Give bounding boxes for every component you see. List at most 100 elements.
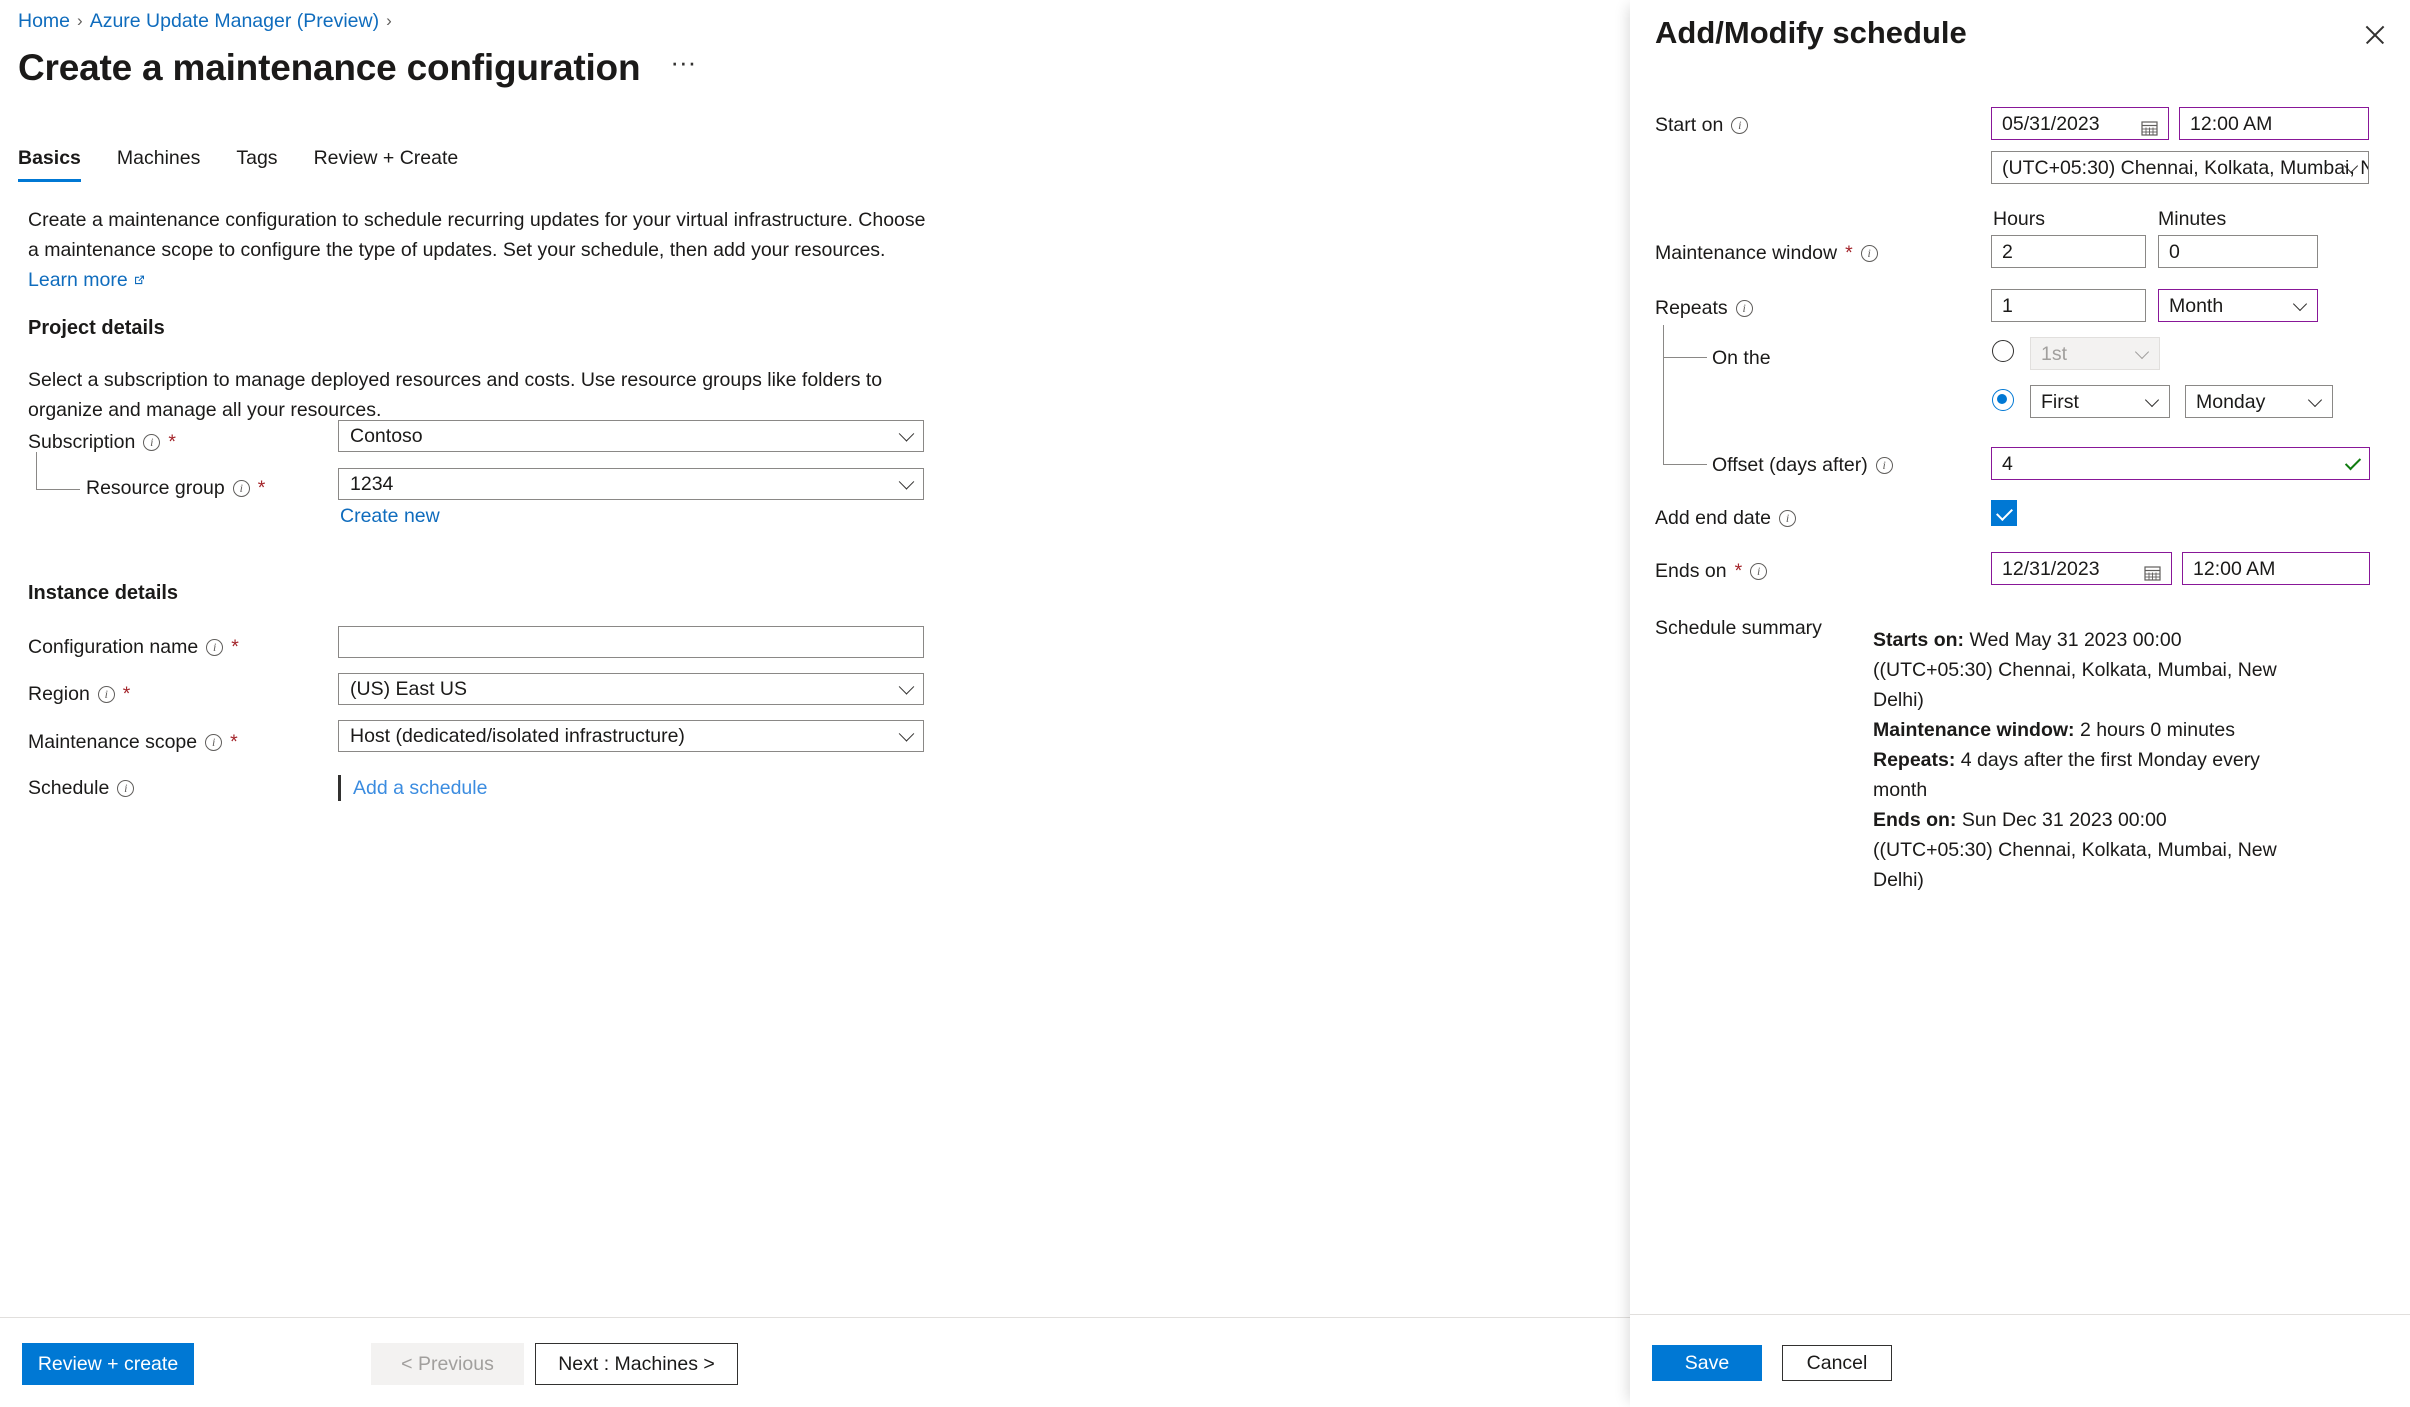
maintenance-minutes-input[interactable]: 0	[2158, 235, 2318, 268]
offset-label: Offset (days after)	[1712, 454, 1868, 476]
info-icon[interactable]	[205, 733, 223, 751]
info-icon[interactable]	[1735, 299, 1753, 317]
ends-on-row: Ends on *	[1655, 558, 1768, 584]
subscription-dropdown[interactable]: Contoso	[338, 420, 924, 452]
page-title-row: Create a maintenance configuration ···	[18, 44, 704, 92]
calendar-icon[interactable]	[2144, 560, 2161, 581]
ends-on-label: Ends on	[1655, 560, 1727, 582]
info-icon[interactable]	[1860, 244, 1878, 262]
timezone-dropdown[interactable]: (UTC+05:30) Chennai, Kolkata, Mumbai, N.…	[1991, 151, 2369, 184]
more-actions-icon[interactable]: ···	[662, 48, 704, 76]
maintenance-hours-value: 2	[2002, 240, 2013, 263]
start-on-timezone-control: (UTC+05:30) Chennai, Kolkata, Mumbai, N.…	[1991, 151, 2369, 184]
info-icon[interactable]	[1750, 562, 1768, 580]
maintenance-scope-field-row: Maintenance scope *	[28, 730, 238, 754]
resource-group-field-row: Resource group *	[28, 476, 265, 500]
schedule-label-group: Schedule	[28, 776, 135, 800]
radio-weekday-ordinal[interactable]	[1992, 389, 2014, 411]
start-on-row: Start on	[1655, 112, 1749, 138]
info-icon[interactable]	[206, 638, 224, 656]
tab-tags[interactable]: Tags	[218, 142, 295, 182]
region-dropdown[interactable]: (US) East US	[338, 673, 924, 705]
page-title: Create a maintenance configuration	[18, 47, 641, 88]
add-end-date-checkbox[interactable]	[1991, 500, 2017, 526]
maintenance-minutes-control: 0	[2158, 235, 2318, 268]
resource-group-control: 1234 Create new	[338, 468, 924, 527]
repeats-count-value: 1	[2002, 294, 2013, 317]
repeats-label-group: Repeats	[1655, 295, 1753, 321]
maintenance-scope-dropdown[interactable]: Host (dedicated/isolated infrastructure)	[338, 720, 924, 752]
info-icon[interactable]	[97, 685, 115, 703]
schedule-summary-row: Schedule summary	[1655, 615, 1822, 641]
tab-basics[interactable]: Basics	[18, 142, 99, 182]
repeats-count-control: 1	[1991, 289, 2146, 322]
summary-repeats-label: Repeats:	[1873, 749, 1956, 771]
start-on-time-control: 12:00 AM	[2179, 107, 2369, 140]
start-on-date-value: 05/31/2023	[2002, 112, 2100, 135]
radio-day-of-month[interactable]	[1992, 340, 2014, 362]
offset-input[interactable]: 4	[1991, 447, 2370, 480]
on-the-label: On the	[1712, 347, 1771, 369]
breadcrumb-item-azure-update-manager[interactable]: Azure Update Manager (Preview)	[90, 8, 379, 34]
required-marker: *	[1845, 242, 1853, 264]
schedule-field-row: Schedule	[28, 776, 135, 800]
subscription-label: Subscription	[28, 431, 136, 453]
chevron-down-icon	[2307, 392, 2323, 407]
next-machines-button[interactable]: Next : Machines >	[535, 1343, 738, 1385]
start-on-time-value: 12:00 AM	[2190, 112, 2273, 135]
maintenance-window-label-group: Maintenance window *	[1655, 240, 1878, 266]
start-on-time-input[interactable]: 12:00 AM	[2179, 107, 2369, 140]
info-icon[interactable]	[232, 479, 250, 497]
region-control: (US) East US	[338, 673, 924, 705]
start-on-date-input[interactable]: 05/31/2023	[1991, 107, 2169, 140]
required-marker: *	[257, 477, 266, 499]
panel-title: Add/Modify schedule	[1655, 15, 1967, 50]
repeats-unit-dropdown[interactable]: Month	[2158, 289, 2318, 322]
info-icon[interactable]	[1779, 509, 1797, 527]
weekday-value: Monday	[2196, 390, 2266, 413]
ends-on-date-input[interactable]: 12/31/2023	[1991, 552, 2172, 585]
save-button[interactable]: Save	[1652, 1345, 1762, 1381]
cancel-button[interactable]: Cancel	[1782, 1345, 1892, 1381]
info-icon[interactable]	[143, 433, 161, 451]
weekday-dropdown[interactable]: Monday	[2185, 385, 2333, 418]
close-icon[interactable]	[2360, 20, 2390, 50]
repeats-count-input[interactable]: 1	[1991, 289, 2146, 322]
add-end-date-row: Add end date	[1655, 505, 1797, 531]
offset-label-group: Offset (days after)	[1712, 452, 1893, 478]
review-create-button[interactable]: Review + create	[22, 1343, 194, 1385]
ordinal-dropdown[interactable]: First	[2030, 385, 2170, 418]
breadcrumb-item-home[interactable]: Home	[18, 8, 70, 34]
chevron-down-icon	[2144, 392, 2160, 407]
calendar-icon[interactable]	[2141, 115, 2158, 136]
chevron-down-icon	[898, 426, 915, 442]
repeats-unit-value: Month	[2169, 294, 2224, 317]
ends-on-time-input[interactable]: 12:00 AM	[2182, 552, 2370, 585]
region-value: (US) East US	[350, 678, 468, 700]
instance-details-heading: Instance details	[28, 582, 179, 604]
create-new-resource-group-link[interactable]: Create new	[340, 504, 440, 528]
page-description-text: Create a maintenance configuration to sc…	[28, 209, 926, 261]
maintenance-hours-input[interactable]: 2	[1991, 235, 2146, 268]
resource-group-dropdown[interactable]: 1234	[338, 468, 924, 500]
resource-group-label: Resource group	[86, 477, 225, 499]
info-icon[interactable]	[1875, 456, 1893, 474]
day-of-month-value: 1st	[2041, 342, 2068, 365]
add-a-schedule-link[interactable]: Add a schedule	[353, 776, 487, 800]
learn-more-link[interactable]: Learn more	[28, 269, 128, 291]
region-label-group: Region *	[28, 682, 130, 706]
info-icon[interactable]	[1731, 116, 1749, 134]
subscription-control: Contoso	[338, 420, 924, 452]
project-details-description: Select a subscription to manage deployed…	[28, 369, 883, 421]
info-icon[interactable]	[117, 779, 135, 797]
add-modify-schedule-panel: Add/Modify schedule Start on 05/31/2023	[1630, 0, 2410, 1407]
schedule-label: Schedule	[28, 777, 110, 799]
maintenance-hours-control: 2	[1991, 235, 2146, 268]
valid-check-icon	[2344, 453, 2362, 470]
tab-machines[interactable]: Machines	[99, 142, 218, 182]
configuration-name-input[interactable]	[338, 626, 924, 658]
tab-review-create[interactable]: Review + Create	[296, 142, 477, 182]
breadcrumb: Home › Azure Update Manager (Preview) ›	[18, 8, 392, 34]
repeats-row: Repeats	[1655, 295, 1753, 321]
add-end-date-label: Add end date	[1655, 507, 1772, 529]
